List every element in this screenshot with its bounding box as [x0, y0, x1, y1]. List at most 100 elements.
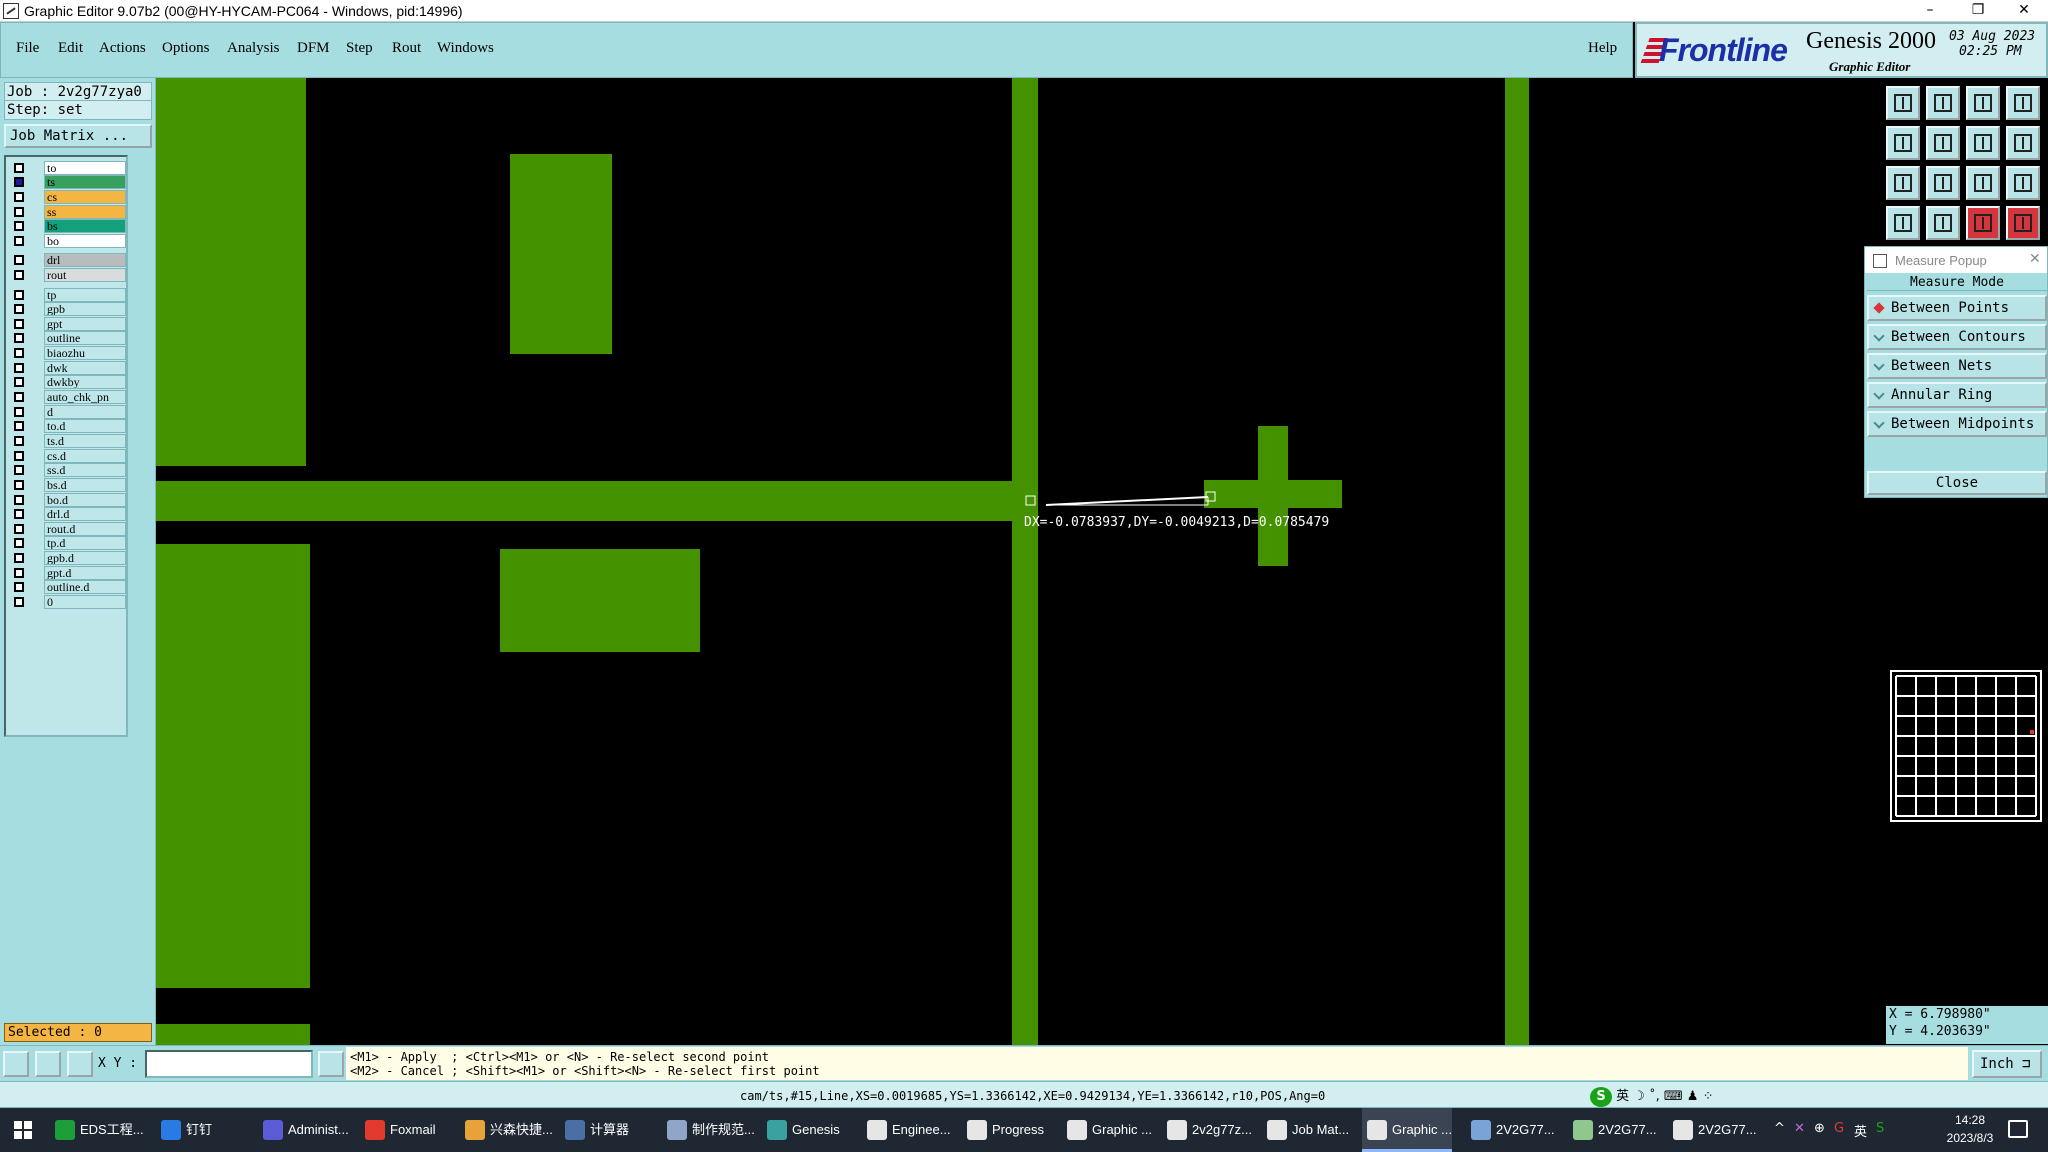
taskbar-app[interactable]: Graphic ... — [1362, 1108, 1452, 1152]
layer-checkbox[interactable] — [14, 406, 24, 417]
layer-name[interactable]: bo.d — [44, 492, 126, 507]
menu-windows[interactable]: Windows — [437, 40, 494, 57]
keyboard-icon[interactable]: ⌨ — [1664, 1089, 1683, 1104]
app-tray-icon[interactable]: ✕ — [1794, 1121, 1805, 1136]
layer-row[interactable]: gpb.d — [8, 551, 126, 566]
layer-checkbox[interactable] — [14, 235, 24, 246]
layer-row[interactable]: gpb — [8, 302, 126, 317]
layer-row[interactable]: dwk — [8, 360, 126, 375]
menu-rout[interactable]: Rout — [392, 40, 421, 57]
snap-icon[interactable] — [3, 1051, 29, 1077]
measure-tool-icon[interactable] — [35, 1051, 61, 1077]
taskbar-app[interactable]: Enginee... — [862, 1108, 951, 1152]
layer-checkbox[interactable] — [14, 333, 24, 344]
menu-analysis[interactable]: Analysis — [227, 40, 280, 57]
measure-mode-option[interactable]: Between Midpoints — [1867, 411, 2047, 437]
layer-row[interactable]: outline.d — [8, 580, 126, 595]
layer-row[interactable]: rout.d — [8, 521, 126, 536]
taskbar-app[interactable]: 计算器 — [560, 1108, 629, 1152]
layer-checkbox[interactable] — [14, 421, 24, 432]
layer-name[interactable]: d — [44, 404, 126, 419]
layer-name[interactable]: cs — [44, 189, 126, 204]
layer-checkbox[interactable] — [14, 255, 24, 266]
layer-down-icon[interactable] — [1926, 86, 1960, 120]
notification-icon[interactable] — [2008, 1120, 2028, 1138]
taskbar-app[interactable]: Job Mat... — [1262, 1108, 1349, 1152]
taskbar-app[interactable]: 2V2G77... — [1668, 1108, 1757, 1152]
taskbar-app[interactable]: 2V2G77... — [1568, 1108, 1657, 1152]
layer-name[interactable]: dwk — [44, 360, 126, 375]
layer-row[interactable]: cs — [8, 189, 126, 204]
layer-name[interactable]: biaozhu — [44, 346, 126, 361]
layer-row[interactable]: d — [8, 404, 126, 419]
layer-row[interactable]: tp — [8, 287, 126, 302]
windows-start-icon[interactable] — [14, 1121, 32, 1139]
layer-name[interactable]: to.d — [44, 419, 126, 434]
layer-row[interactable]: rout — [8, 268, 126, 283]
taskbar-app[interactable]: 2V2G77... — [1466, 1108, 1555, 1152]
snap-pin-icon[interactable] — [1926, 206, 1960, 240]
layer-checkbox[interactable] — [14, 191, 24, 202]
moon-icon[interactable]: ☽ — [1633, 1089, 1645, 1104]
taskbar-app[interactable]: 钉钉 — [156, 1108, 212, 1152]
restore-button[interactable]: ❐ — [1956, 0, 2000, 22]
system-clock[interactable]: 14:28 2023/8/3 — [1930, 1111, 2010, 1147]
menu-help[interactable]: Help — [1588, 40, 1617, 57]
layer-checkbox[interactable] — [14, 221, 24, 232]
layer-row[interactable]: ss.d — [8, 463, 126, 478]
layer-name[interactable]: ts.d — [44, 433, 126, 448]
menu-step[interactable]: Step — [346, 40, 373, 57]
zoom-center-icon[interactable] — [1926, 166, 1960, 200]
taskbar-app[interactable]: Foxmail — [360, 1108, 436, 1152]
measure-net-icon[interactable] — [2006, 206, 2040, 240]
tray-language[interactable]: 英 — [1854, 1121, 1867, 1140]
layer-row[interactable]: outline — [8, 331, 126, 346]
layer-row[interactable]: gpt — [8, 316, 126, 331]
layer-row[interactable]: bo.d — [8, 492, 126, 507]
layer-row[interactable]: biaozhu — [8, 346, 126, 361]
zoom-1to2-icon[interactable] — [1966, 166, 2000, 200]
measure-mode-option[interactable]: Between Points — [1867, 295, 2047, 321]
taskbar-app[interactable]: 制作规范... — [662, 1108, 755, 1152]
menu-dfm[interactable]: DFM — [297, 40, 330, 57]
layer-checkbox[interactable] — [14, 465, 24, 476]
help-icon[interactable] — [2006, 166, 2040, 200]
layer-name[interactable]: bo — [44, 233, 126, 248]
menu-edit[interactable]: Edit — [58, 40, 83, 57]
job-matrix-button[interactable]: Job Matrix ... — [4, 124, 152, 148]
layer-checkbox[interactable] — [14, 377, 24, 388]
layer-name[interactable]: to — [44, 160, 126, 175]
layer-checkbox[interactable] — [14, 582, 24, 593]
layer-checkbox[interactable] — [14, 304, 24, 315]
grid-icon[interactable] — [67, 1051, 93, 1077]
close-window-button[interactable]: ✕ — [2002, 0, 2046, 22]
layer-checkbox[interactable] — [14, 270, 24, 281]
taskbar-app[interactable]: Administ... — [258, 1108, 349, 1152]
layer-row[interactable]: tp.d — [8, 536, 126, 551]
layer-checkbox[interactable] — [14, 392, 24, 403]
taskbar-app[interactable]: 兴森快捷... — [460, 1108, 553, 1152]
layer-row[interactable]: to — [8, 160, 126, 175]
layer-row[interactable]: bs — [8, 219, 126, 234]
layer-checkbox[interactable] — [14, 523, 24, 534]
layer-row[interactable]: ts — [8, 175, 126, 190]
layer-row[interactable]: cs.d — [8, 448, 126, 463]
layer-name[interactable]: rout.d — [44, 521, 126, 536]
chevron-up-icon[interactable]: ^ — [1774, 1121, 1785, 1136]
layer-name[interactable]: gpb.d — [44, 551, 126, 566]
redraw-icon[interactable] — [2006, 126, 2040, 160]
layer-row[interactable]: drl — [8, 253, 126, 268]
layer-checkbox[interactable] — [14, 318, 24, 329]
layer-name[interactable]: gpb — [44, 302, 126, 317]
filter-icon[interactable] — [1886, 206, 1920, 240]
taskbar-app[interactable]: Graphic ... — [1062, 1108, 1152, 1152]
measure-mode-option[interactable]: Between Nets — [1867, 353, 2047, 379]
layer-name[interactable]: dwkby — [44, 375, 126, 390]
layer-name[interactable]: drl — [44, 253, 126, 268]
minimap[interactable] — [1890, 670, 2042, 822]
layer-checkbox[interactable] — [14, 509, 24, 520]
taskbar-app[interactable]: EDS工程... — [50, 1108, 144, 1152]
ime-tray-icon[interactable]: S — [1876, 1121, 1884, 1136]
layer-name[interactable]: ss.d — [44, 463, 126, 478]
taskbar-app[interactable]: Genesis — [762, 1108, 840, 1152]
